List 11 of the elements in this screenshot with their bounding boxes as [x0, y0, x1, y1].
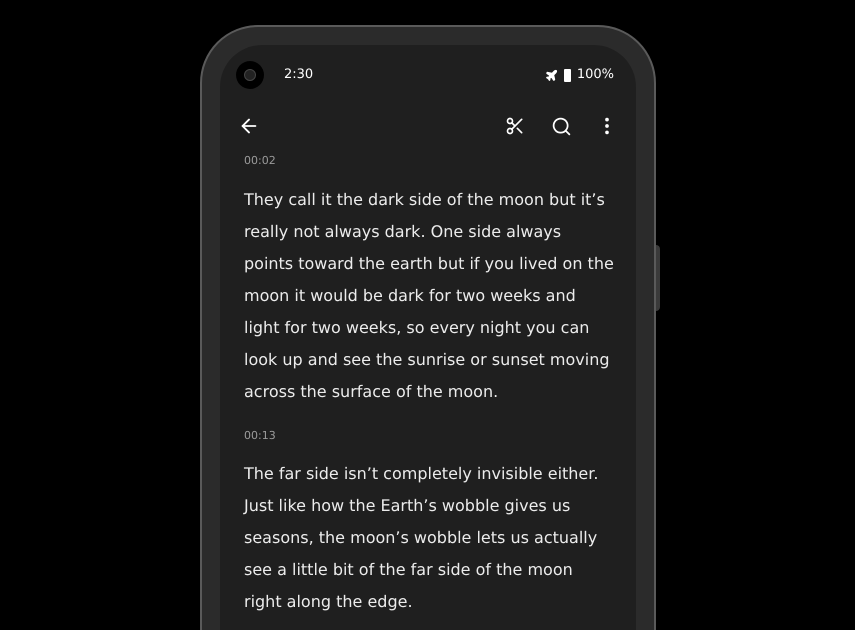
- scissors-icon[interactable]: [505, 116, 525, 136]
- battery-percent: 100%: [576, 66, 614, 84]
- timestamp: 00:02: [244, 153, 277, 169]
- timestamp: 00:13: [244, 428, 277, 444]
- status-time: 2:30: [284, 66, 314, 84]
- camera-icon: [236, 61, 264, 89]
- transcript-paragraph: The far side isn’t completely invisible either. Just like how the Earth’s wobble gives us seasons, the moon’s wobble lets us actually see a little bit of the far side of the moon right along the edge.: [244, 463, 600, 613]
- search-icon[interactable]: [551, 116, 572, 136]
- airplane-icon: [544, 68, 558, 82]
- transcript-paragraph: They call it the dark side of the moon but it’s really not always dark. One side always points toward the earth but if you lived on the moon it would be dark for two weeks and light for two weeks, so every night you can look up and see the sunrise or sunset moving across the surface of the moon.: [244, 188, 614, 402]
- battery-icon: [564, 68, 571, 82]
